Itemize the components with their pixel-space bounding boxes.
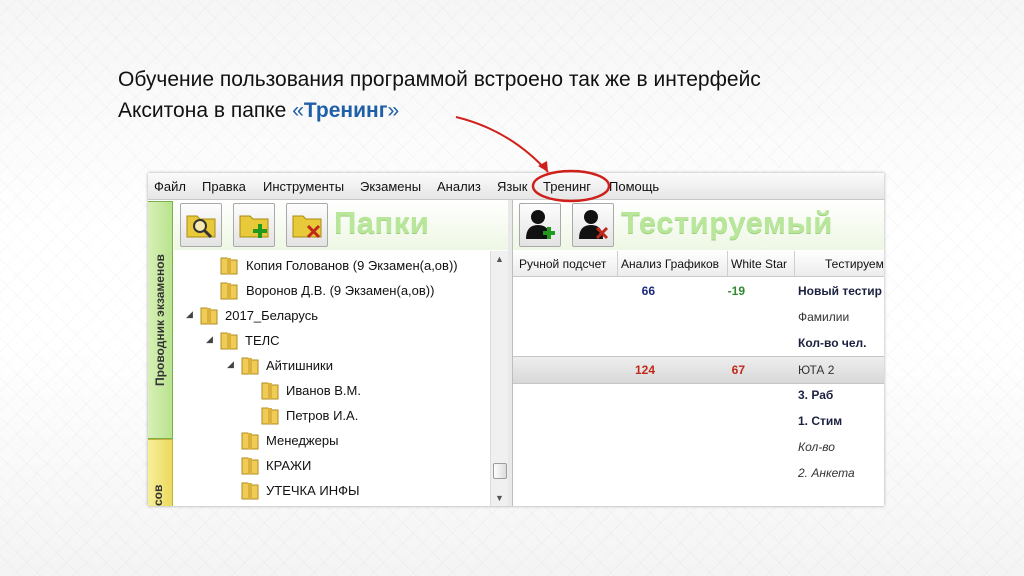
menu-edit[interactable]: Правка (202, 179, 246, 194)
menu-analysis[interactable]: Анализ (437, 179, 481, 194)
testee-cell: ЮТА 2 (798, 363, 835, 377)
testee-toolbar: Тестируемый (513, 200, 884, 250)
column-separator[interactable] (727, 251, 728, 276)
folder-icon (241, 357, 259, 375)
menu-exams[interactable]: Экзамены (360, 179, 421, 194)
tree-node-label: Петров И.А. (286, 408, 359, 423)
delete-person-icon (579, 210, 609, 240)
testee-pane: Тестируемый Ручной подсчет Анализ График… (512, 200, 884, 506)
caption-prefix: Акситона в папке (118, 99, 293, 122)
tree-node-label: Менеджеры (266, 433, 339, 448)
expand-arrow-icon[interactable]: ◢ (186, 309, 193, 320)
menu-language[interactable]: Язык (497, 179, 527, 194)
testee-grid: Ручной подсчет Анализ Графиков White Sta… (513, 251, 884, 506)
tree-node-label: Айтишники (266, 358, 333, 373)
testee-cell: Фамилии (798, 310, 850, 324)
side-tab-secondary-label: сов (151, 484, 165, 506)
folder-icon (220, 282, 238, 300)
analysis-value: 66 (641, 284, 655, 298)
add-person-button[interactable] (519, 203, 561, 247)
scroll-up-icon[interactable]: ▲ (491, 251, 508, 267)
folder-icon (220, 332, 238, 350)
menu-training[interactable]: Тренинг (543, 179, 591, 194)
menu-help[interactable]: Помощь (609, 179, 659, 194)
table-row[interactable]: 1. Стим (513, 408, 884, 434)
delete-folder-button[interactable] (286, 203, 328, 247)
testee-title: Тестируемый (621, 205, 833, 240)
folder-icon (241, 482, 259, 500)
caption-highlight: Тренинг (303, 99, 388, 122)
folder-icon (220, 257, 238, 275)
column-separator[interactable] (617, 251, 618, 276)
table-row[interactable]: Фамилии (513, 304, 884, 330)
caption-line-1: Обучение пользования программой встроено… (118, 68, 761, 91)
tree-node-label: Воронов Д.В. (9 Экзамен(а,ов)) (246, 283, 435, 298)
table-row[interactable]: 124 67 ЮТА 2 (513, 356, 884, 384)
folder-icon (200, 307, 218, 325)
side-tab-label: Проводник экзаменов (153, 254, 167, 386)
delete-folder-icon (292, 215, 322, 239)
table-row[interactable]: 2. Анкета (513, 460, 884, 486)
scroll-thumb[interactable] (493, 463, 507, 479)
caption-line-2: Акситона в папке «Тренинг» (118, 95, 908, 126)
testee-cell: 1. Стим (798, 414, 843, 428)
menu-bar: Файл Правка Инструменты Экзамены Анализ … (148, 173, 884, 200)
quote-close: » (387, 99, 400, 122)
slide-caption: Обучение пользования программой встроено… (118, 64, 908, 126)
folder-icon (241, 432, 259, 450)
menu-file[interactable]: Файл (154, 179, 186, 194)
tree-node-label: ТЕЛС (245, 333, 280, 348)
side-tab-exam-explorer[interactable]: Проводник экзаменов (148, 201, 173, 439)
analysis-value: 124 (634, 363, 655, 377)
tree-node-label: КРАЖИ (266, 458, 312, 473)
search-folder-button[interactable] (180, 203, 222, 247)
folders-toolbar: Папки (174, 200, 508, 250)
expand-arrow-icon[interactable]: ◢ (206, 334, 213, 345)
column-header[interactable]: Анализ Графиков (621, 257, 719, 271)
folders-pane: Папки Копия Голованов (9 Экзамен(а,ов)) … (174, 200, 509, 506)
folders-title: Папки (334, 205, 430, 240)
column-separator[interactable] (794, 251, 795, 276)
table-row[interactable]: Кол-во чел. (513, 330, 884, 356)
table-row[interactable]: 3. Раб (513, 382, 884, 408)
column-header[interactable]: Ручной подсчет (519, 257, 606, 271)
testee-cell: Новый тестир (798, 284, 882, 298)
delete-person-button[interactable] (572, 203, 614, 247)
tree-node-label: 2017_Беларусь (225, 308, 319, 323)
table-row[interactable]: Кол-во (513, 434, 884, 460)
folder-tree: Копия Голованов (9 Экзамен(а,ов)) Вороно… (174, 251, 490, 506)
testee-cell: 2. Анкета (798, 466, 855, 480)
tree-scrollbar[interactable]: ▲ ▼ (490, 251, 508, 506)
quote-open: « (292, 99, 304, 122)
grid-header: Ручной подсчет Анализ Графиков White Sta… (513, 251, 884, 277)
folder-icon (261, 382, 279, 400)
search-folder-icon (186, 215, 216, 239)
scroll-down-icon[interactable]: ▼ (491, 490, 508, 506)
testee-cell: Кол-во чел. (798, 336, 867, 350)
table-row[interactable]: 66 -19 Новый тестир (513, 278, 884, 304)
add-folder-icon (239, 215, 269, 238)
side-tab-secondary[interactable]: сов (148, 439, 173, 506)
testee-cell: Кол-во (798, 440, 835, 454)
add-person-icon (526, 210, 555, 239)
menu-tools[interactable]: Инструменты (263, 179, 344, 194)
folder-icon (241, 457, 259, 475)
app-window: Файл Правка Инструменты Экзамены Анализ … (148, 173, 884, 506)
white-star-value: 67 (731, 363, 745, 377)
folder-icon (261, 407, 279, 425)
expand-arrow-icon[interactable]: ◢ (227, 359, 234, 370)
column-header[interactable]: Тестируем (825, 257, 884, 271)
tree-node-label: Копия Голованов (9 Экзамен(а,ов)) (246, 258, 458, 273)
column-header[interactable]: White Star (731, 257, 787, 271)
tree-node-label: Иванов В.М. (286, 383, 361, 398)
add-folder-button[interactable] (233, 203, 275, 247)
tree-node-label: УТЕЧКА ИНФЫ (266, 483, 360, 498)
arrow-head-icon (538, 161, 548, 172)
white-star-value: -19 (727, 284, 745, 298)
testee-cell: 3. Раб (798, 388, 834, 402)
